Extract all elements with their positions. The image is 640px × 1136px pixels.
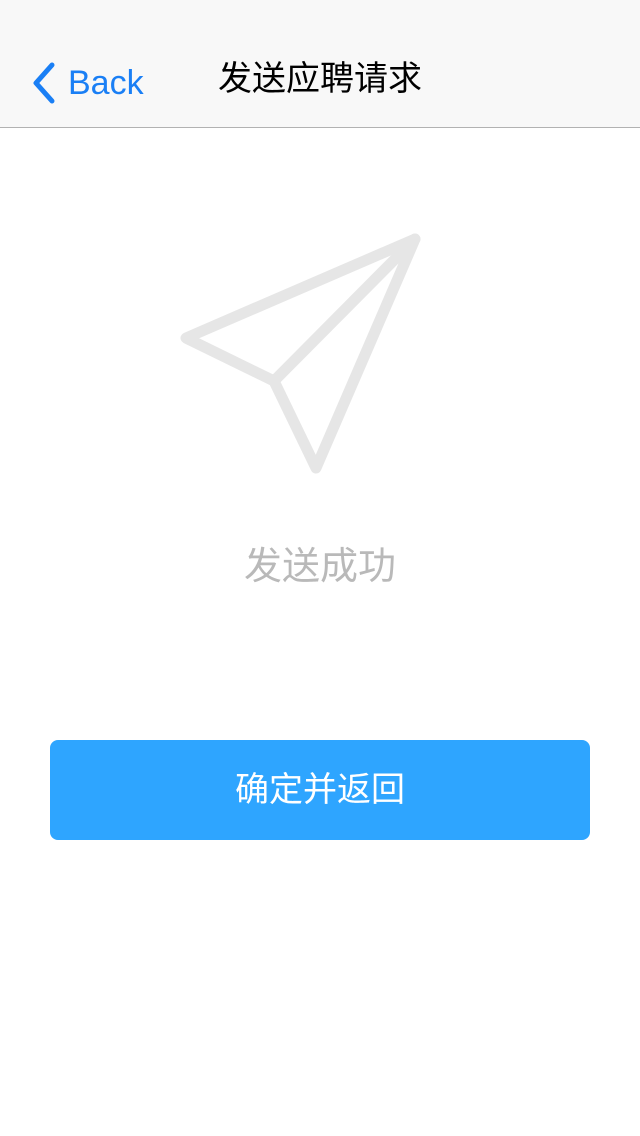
- success-message: 发送成功: [243, 544, 396, 588]
- screen: Back 发送应聘请求 发送成功 确定并返回: [0, 0, 640, 1136]
- paper-plane-icon: [180, 233, 421, 474]
- confirm-button-label: 确定并返回: [235, 770, 405, 810]
- navigation-bar: Back 发送应聘请求: [0, 0, 640, 128]
- page-title: 发送应聘请求: [218, 59, 422, 99]
- confirm-and-return-button[interactable]: 确定并返回: [50, 740, 590, 840]
